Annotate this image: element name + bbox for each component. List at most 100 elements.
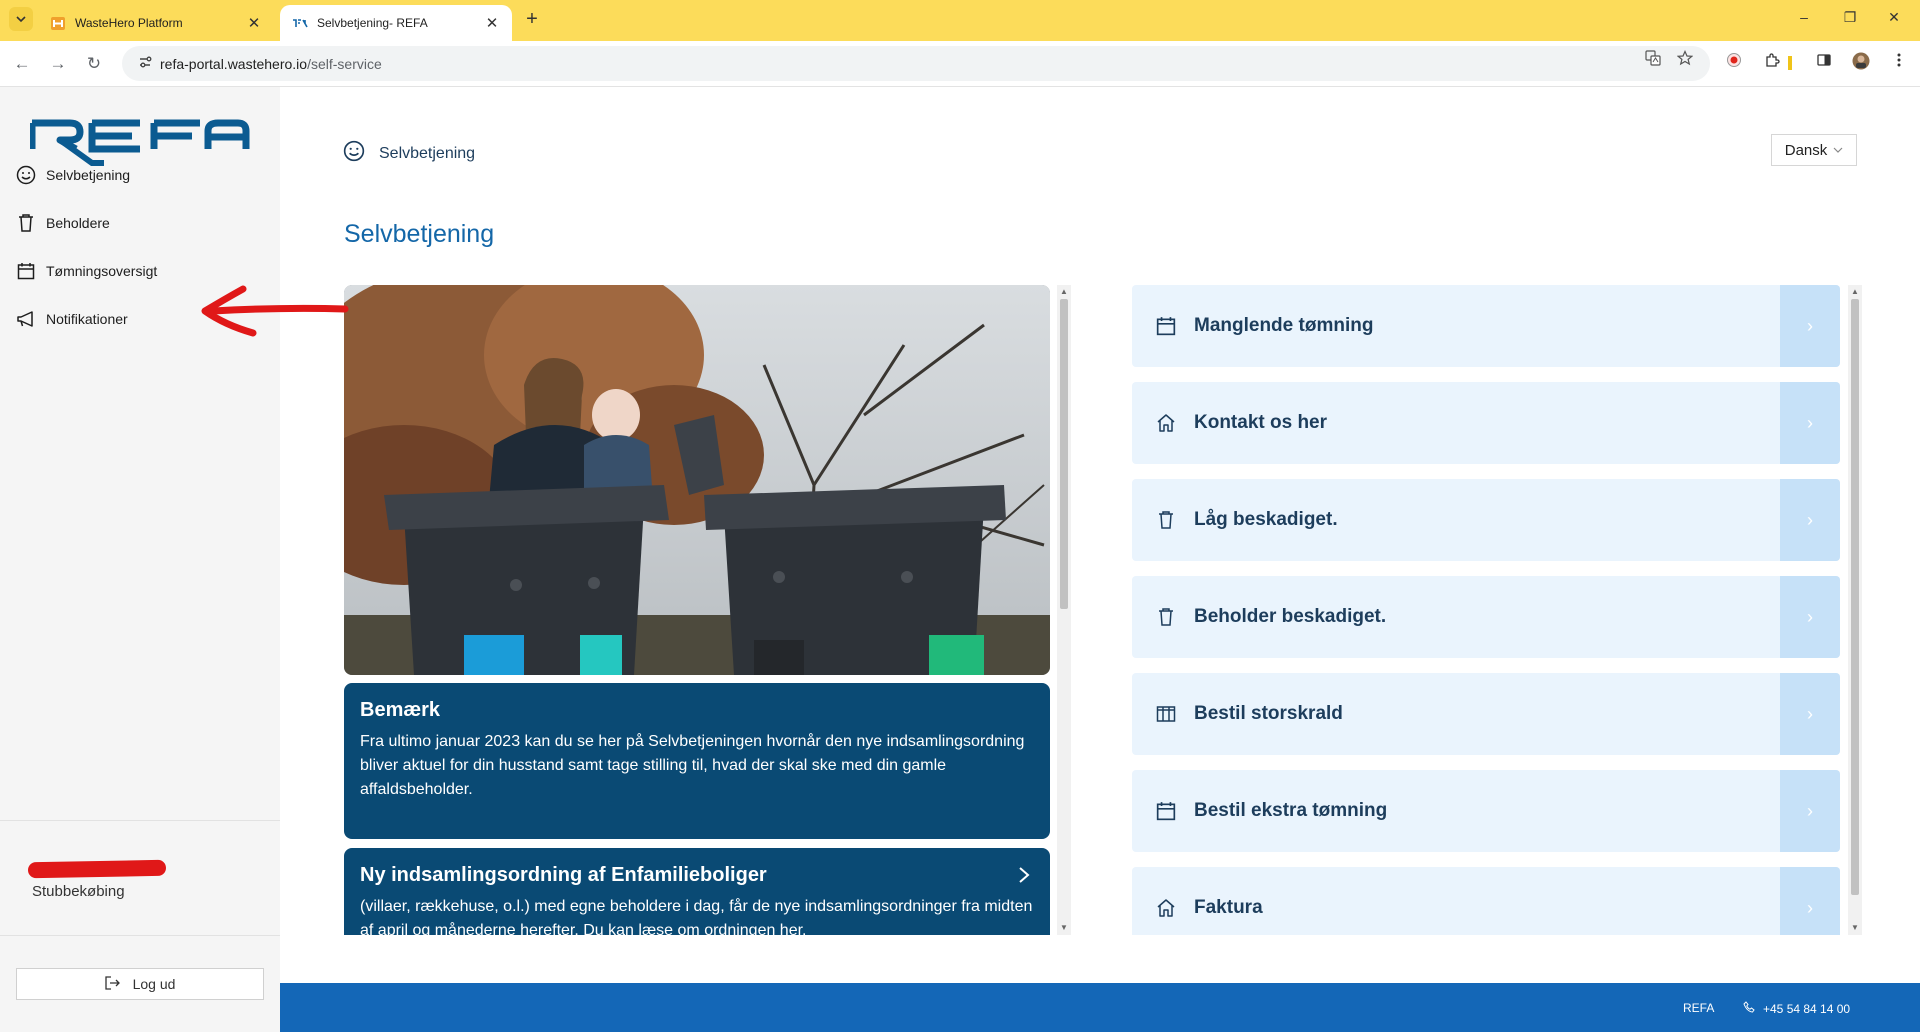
logout-icon (104, 975, 121, 993)
footer-phone[interactable]: +45 54 84 14 00 (1743, 1001, 1850, 1016)
language-select[interactable]: Dansk (1771, 134, 1857, 166)
sidebar-divider (0, 935, 280, 936)
sidebar-item-label: Selvbetjening (46, 167, 131, 183)
breadcrumb: Selvbetjening (343, 140, 475, 167)
page-title: Selvbetjening (344, 220, 495, 248)
sidebar-divider (0, 820, 280, 821)
logout-label: Log ud (132, 976, 176, 992)
tab-title: WasteHero Platform (75, 16, 183, 30)
trash-bin-icon (1154, 605, 1178, 629)
services-scrollbar[interactable]: ▲ ▼ (1848, 285, 1862, 935)
service-label: Faktura (1194, 897, 1263, 918)
service-bestil-storskrald[interactable]: Bestil storskrald › (1132, 673, 1840, 755)
sidebar: Selvbetjening Beholdere Tømningsoversigt… (0, 87, 280, 1032)
service-bestil-ekstra-tomning[interactable]: Bestil ekstra tømning › (1132, 770, 1840, 852)
sidebar-item-selvbetjening[interactable]: Selvbetjening (14, 161, 130, 189)
refa-logo-graphic (28, 119, 250, 166)
sidebar-item-notifikationer[interactable]: Notifikationer (14, 305, 128, 333)
logout-button[interactable]: Log ud (16, 968, 264, 1000)
location-name: Stubbekøbing (32, 883, 125, 900)
record-extension-icon[interactable] (1723, 52, 1745, 74)
calendar-icon (14, 259, 38, 283)
scroll-up-icon[interactable]: ▲ (1848, 285, 1862, 299)
side-panel-icon[interactable] (1813, 52, 1835, 74)
service-faktura[interactable]: Faktura › (1132, 867, 1840, 935)
calendar-icon (1154, 799, 1178, 823)
chevron-right-icon[interactable]: › (1780, 770, 1840, 852)
extensions-puzzle-icon[interactable] (1761, 52, 1783, 74)
breadcrumb-label: Selvbetjening (379, 144, 476, 162)
sidebar-item-beholdere[interactable]: Beholdere (14, 209, 110, 237)
news-card-title: Bemærk (360, 699, 441, 721)
news-card-body: Fra ultimo januar 2023 kan du se her på … (360, 733, 1025, 798)
service-label: Kontakt os her (1194, 412, 1328, 433)
trash-bin-icon (14, 211, 38, 235)
restore-button[interactable]: ❐ (1830, 9, 1870, 31)
service-label: Bestil ekstra tømning (1194, 800, 1388, 821)
news-card-title: Ny indsamlingsordning af Enfamiliebolige… (360, 864, 767, 886)
browser-toolbar: ← → ↻ refa-portal.wastehero.io/self-serv… (0, 41, 1920, 87)
chevron-right-icon[interactable]: › (1780, 673, 1840, 755)
smiley-icon (343, 140, 365, 167)
footer: REFA +45 54 84 14 00 (280, 983, 1920, 1032)
service-beholder-beskadiget[interactable]: Beholder beskadiget. › (1132, 576, 1840, 658)
new-tab-button[interactable]: + (520, 8, 544, 32)
close-tab-icon[interactable]: ✕ (484, 14, 500, 32)
browser-menu-icon[interactable] (1888, 52, 1910, 74)
profile-avatar[interactable] (1850, 52, 1872, 74)
sidebar-item-label: Tømningsoversigt (46, 263, 158, 279)
chevron-right-icon[interactable]: › (1780, 382, 1840, 464)
chevron-right-icon[interactable]: › (1780, 479, 1840, 561)
reload-button[interactable]: ↻ (82, 52, 106, 76)
bookmark-star-icon[interactable] (1673, 50, 1697, 74)
news-card[interactable]: Ny indsamlingsordning af Enfamiliebolige… (344, 848, 1050, 935)
browser-tab-bar: WasteHero Platform ✕ Selvbetjening- REFA… (0, 0, 1920, 41)
news-column: Bemærk Fra ultimo januar 2023 kan du se … (344, 285, 1054, 935)
translate-icon[interactable] (1641, 50, 1665, 74)
chevron-right-icon[interactable]: › (1780, 576, 1840, 658)
site-info-icon[interactable] (130, 55, 160, 72)
wastehero-favicon-icon (51, 17, 65, 30)
megaphone-icon (14, 307, 38, 331)
home-icon (1154, 896, 1178, 920)
columns-icon (1154, 702, 1178, 726)
tab-title: Selvbetjening- REFA (317, 16, 428, 30)
trash-bin-icon (1154, 508, 1178, 532)
service-list: Manglende tømning › Kontakt os her › Låg… (1132, 285, 1852, 935)
minimize-button[interactable]: – (1784, 9, 1824, 31)
scroll-down-icon[interactable]: ▼ (1057, 921, 1071, 935)
footer-phone-number: +45 54 84 14 00 (1763, 1001, 1851, 1016)
forward-button[interactable]: → (46, 52, 70, 76)
chevron-right-icon (1018, 866, 1030, 890)
news-scrollbar[interactable]: ▲ ▼ (1057, 285, 1071, 935)
service-label: Bestil storskrald (1194, 703, 1343, 724)
scrollbar-thumb[interactable] (1851, 299, 1859, 895)
scrollbar-thumb[interactable] (1060, 299, 1068, 609)
chevron-right-icon[interactable]: › (1780, 867, 1840, 935)
tab-search-button[interactable] (9, 7, 33, 31)
chevron-right-icon[interactable]: › (1780, 285, 1840, 367)
service-kontakt-os[interactable]: Kontakt os her › (1132, 382, 1840, 464)
refa-favicon-icon (293, 19, 308, 28)
chevron-down-icon (16, 16, 26, 23)
back-button[interactable]: ← (10, 52, 34, 76)
news-photo (344, 285, 1050, 675)
language-value: Dansk (1784, 141, 1828, 159)
sidebar-item-tomningsoversigt[interactable]: Tømningsoversigt (14, 257, 157, 285)
service-manglende-tomning[interactable]: Manglende tømning › (1132, 285, 1840, 367)
scroll-down-icon[interactable]: ▼ (1848, 921, 1862, 935)
url-text: refa-portal.wastehero.io/self-service (160, 55, 382, 72)
service-label: Beholder beskadiget. (1194, 606, 1387, 627)
smiley-icon (14, 163, 38, 187)
main-content: Selvbetjening Dansk Selvbetjening Bemærk… (280, 87, 1920, 983)
browser-tab-wastehero[interactable]: WasteHero Platform ✕ (38, 5, 274, 41)
scroll-up-icon[interactable]: ▲ (1057, 285, 1071, 299)
close-window-button[interactable]: ✕ (1874, 9, 1914, 31)
browser-tab-selvbetjening[interactable]: Selvbetjening- REFA ✕ (280, 5, 512, 41)
chevron-down-icon (1833, 145, 1843, 156)
close-tab-icon[interactable]: ✕ (246, 14, 262, 32)
service-lag-beskadiget[interactable]: Låg beskadiget. › (1132, 479, 1840, 561)
address-bar[interactable]: refa-portal.wastehero.io/self-service (122, 46, 1710, 81)
sidebar-item-label: Beholdere (46, 215, 110, 231)
news-card[interactable]: Bemærk Fra ultimo januar 2023 kan du se … (344, 683, 1050, 839)
